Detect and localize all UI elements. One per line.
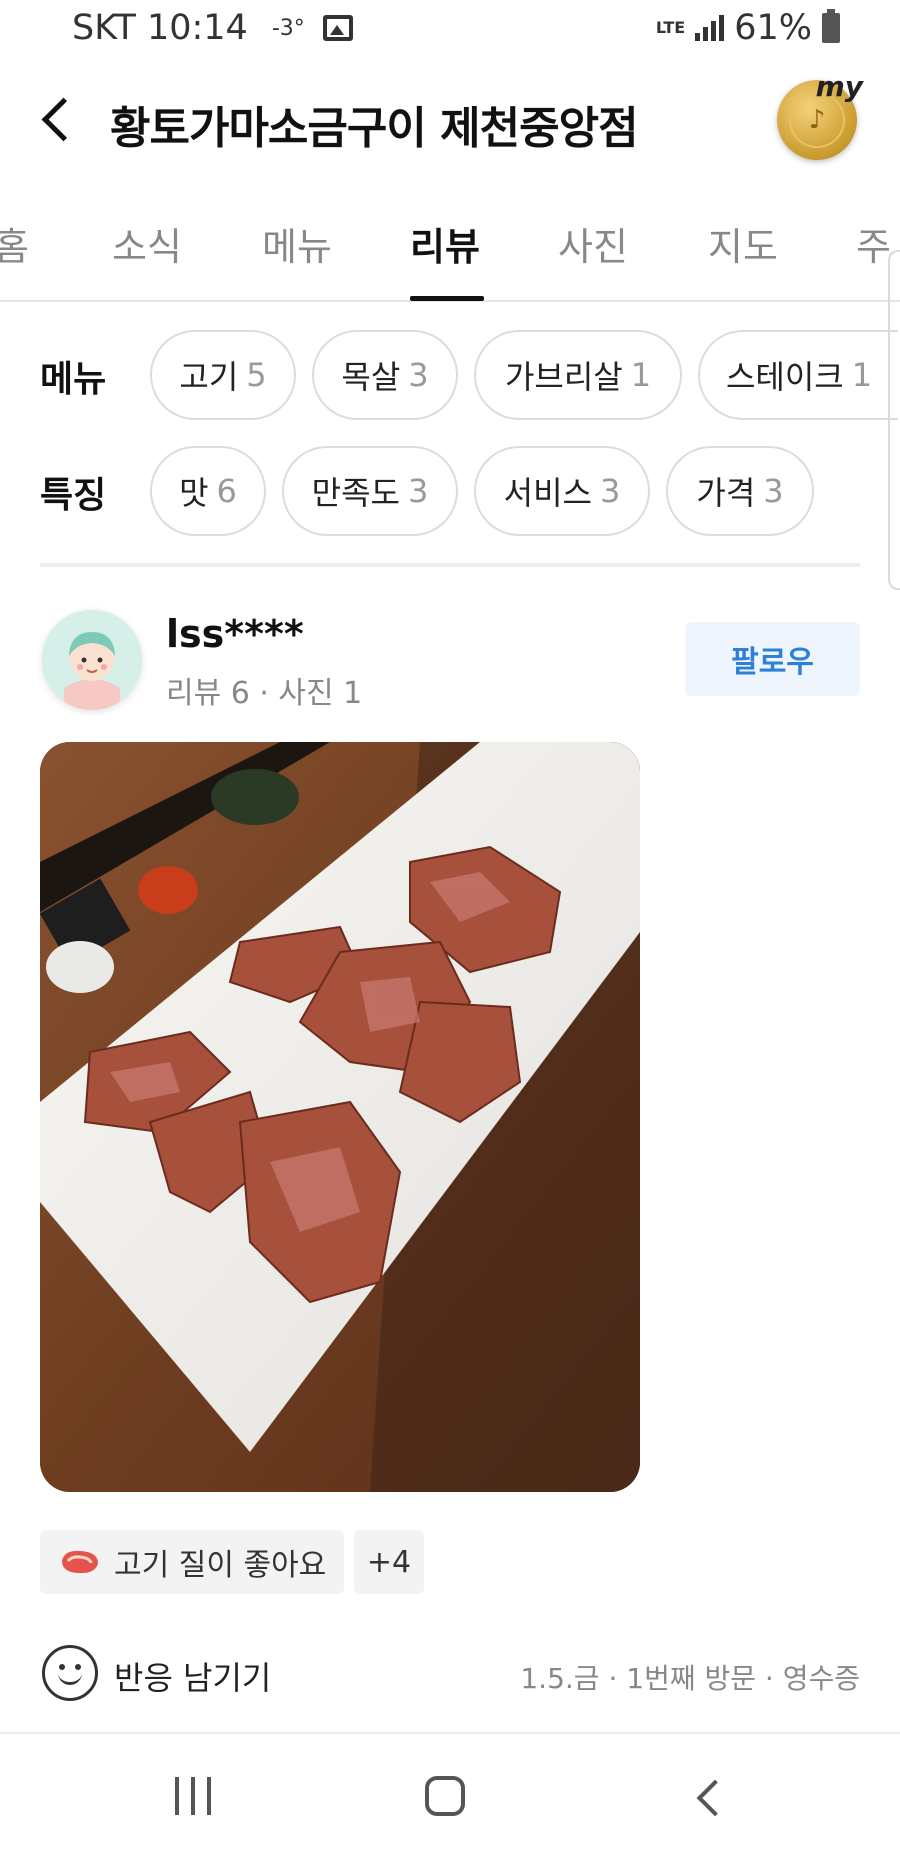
status-left: SKT 10:14 -3° <box>72 8 353 48</box>
tab-menu[interactable]: 메뉴 <box>262 216 332 271</box>
my-profile-button[interactable]: ♪ my <box>777 70 863 160</box>
battery-icon <box>822 9 840 43</box>
menu-filter-row: 메뉴 고기 5 목살 3 가브리살 1 스테이크 1 <box>0 330 900 422</box>
battery-percent: 61% <box>734 8 812 48</box>
more-tags-button[interactable]: +4 <box>354 1530 424 1594</box>
meat-icon <box>62 1550 98 1574</box>
reaction-row: 반응 남기기 1.5.금 · 1번째 방문 · 영수증 <box>0 1645 900 1705</box>
chip-text: 만족도 <box>311 474 400 512</box>
tab-reviews[interactable]: 리뷰 <box>410 216 480 271</box>
feature-filter-label: 특징 <box>40 475 107 516</box>
chip-count: 3 <box>599 472 621 510</box>
grilled-pork-photo <box>40 742 640 1492</box>
chip-count: 6 <box>216 472 237 510</box>
visit-meta: 1.5.금 · 1번째 방문 · 영수증 <box>520 1662 860 1695</box>
filter-chip-service[interactable]: 서비스 3 <box>474 446 650 536</box>
status-right: LTE 61% <box>656 8 840 48</box>
side-scroll-handle[interactable] <box>888 250 900 590</box>
feature-filter-row: 특징 맛6 만족도 3 서비스 3 가격 3 <box>0 446 900 538</box>
avatar-illustration <box>42 610 142 710</box>
chip-count: 3 <box>407 472 429 510</box>
app-header: 황토가마소금구이 제천중앙점 ♪ my <box>0 70 900 170</box>
tab-home[interactable]: 홈 <box>0 216 29 271</box>
temperature-indicator: -3° <box>271 15 305 41</box>
menu-filter-label: 메뉴 <box>40 359 107 400</box>
chip-count: 3 <box>763 472 784 510</box>
chip-text: 맛 <box>179 474 209 512</box>
chip-count: 1 <box>851 356 873 394</box>
review-user-stats: 리뷰 6 · 사진 1 <box>166 676 363 711</box>
chip-text: 고기 <box>179 358 239 396</box>
filter-chip-meat[interactable]: 고기 5 <box>150 330 296 420</box>
filter-chip-neck[interactable]: 목살 3 <box>312 330 458 420</box>
network-type: LTE <box>655 18 686 37</box>
signal-icon <box>695 15 725 41</box>
chip-text: 목살 <box>341 358 401 396</box>
avatar[interactable] <box>42 610 142 710</box>
status-bar: SKT 10:14 -3° LTE 61% <box>0 0 900 60</box>
more-tags-count: +4 <box>366 1544 412 1580</box>
back-nav-icon[interactable] <box>690 1780 724 1814</box>
tag-text: 고기 질이 좋아요 <box>114 1548 327 1583</box>
follow-button[interactable]: 팔로우 <box>685 622 860 696</box>
filter-chip-taste[interactable]: 맛6 <box>150 446 266 536</box>
chip-text: 가격 <box>696 474 756 512</box>
home-icon[interactable] <box>425 1776 465 1816</box>
leave-reaction-button[interactable]: 반응 남기기 <box>114 1653 271 1699</box>
review-photo[interactable] <box>40 742 640 1492</box>
tab-more[interactable]: 주 <box>856 216 891 271</box>
recent-apps-icon[interactable] <box>175 1777 211 1815</box>
filter-chip-satisfaction[interactable]: 만족도 3 <box>282 446 458 536</box>
filter-chip-price[interactable]: 가격 3 <box>666 446 814 536</box>
tab-bar: 홈 소식 메뉴 리뷰 사진 지도 주 <box>0 200 900 302</box>
tab-map[interactable]: 지도 <box>708 216 778 271</box>
smile-icon[interactable] <box>42 1645 98 1701</box>
filter-chip-steak[interactable]: 스테이크 1 <box>698 330 898 420</box>
review-tag-meat-quality[interactable]: 고기 질이 좋아요 <box>40 1530 344 1594</box>
gallery-notification-icon <box>322 15 353 41</box>
chip-text: 스테이크 <box>725 358 844 396</box>
chip-text: 서비스 <box>503 474 592 512</box>
filter-chip-gabrisal[interactable]: 가브리살 1 <box>474 330 682 420</box>
system-nav-bar <box>0 1732 900 1850</box>
tab-news[interactable]: 소식 <box>112 216 182 271</box>
chip-count: 5 <box>246 356 267 394</box>
filter-divider <box>40 563 860 567</box>
carrier-time: SKT 10:14 <box>72 8 248 48</box>
page-title: 황토가마소금구이 제천중앙점 <box>110 103 639 154</box>
active-tab-indicator <box>410 296 484 301</box>
tab-photos[interactable]: 사진 <box>558 216 628 271</box>
chip-text: 가브리살 <box>504 358 623 396</box>
chip-count: 3 <box>408 356 429 394</box>
back-button[interactable] <box>34 90 84 150</box>
my-label: my <box>815 70 863 103</box>
review-username[interactable]: lss**** <box>166 612 304 656</box>
chip-count: 1 <box>630 356 652 394</box>
